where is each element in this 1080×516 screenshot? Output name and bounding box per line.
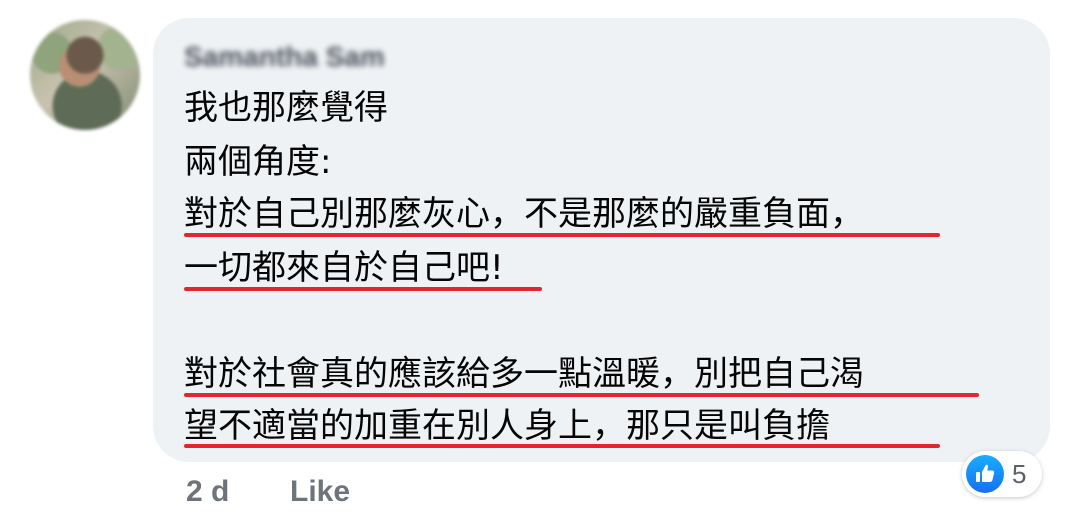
comment-text-line-6: 對於社會真的應該給多一點溫暖，別把自己渴 xyxy=(184,354,864,394)
comment-text-line-4: 一切都來自於自己吧! xyxy=(184,248,504,288)
reaction-count: 5 xyxy=(1012,458,1027,489)
comment-author-name[interactable]: Samantha Sam xyxy=(184,41,385,72)
red-underline xyxy=(184,287,542,291)
like-button[interactable]: Like xyxy=(290,470,350,514)
avatar[interactable] xyxy=(30,20,140,130)
comment-timestamp[interactable]: 2 d xyxy=(186,470,229,514)
red-underline xyxy=(184,393,979,397)
thumbs-up-icon xyxy=(966,455,1004,493)
red-underline xyxy=(184,444,940,448)
comment-text-line-3: 對於自己別那麼灰心，不是那麼的嚴重負面， xyxy=(184,194,864,234)
red-underline xyxy=(184,233,940,237)
comment-text-line-1: 我也那麼覺得 xyxy=(184,88,388,128)
comment-text-line-7: 望不適當的加重在別人身上，那只是叫負擔 xyxy=(184,406,830,446)
comment-text-line-2: 兩個角度: xyxy=(184,142,332,182)
reaction-summary[interactable]: 5 xyxy=(962,451,1042,497)
